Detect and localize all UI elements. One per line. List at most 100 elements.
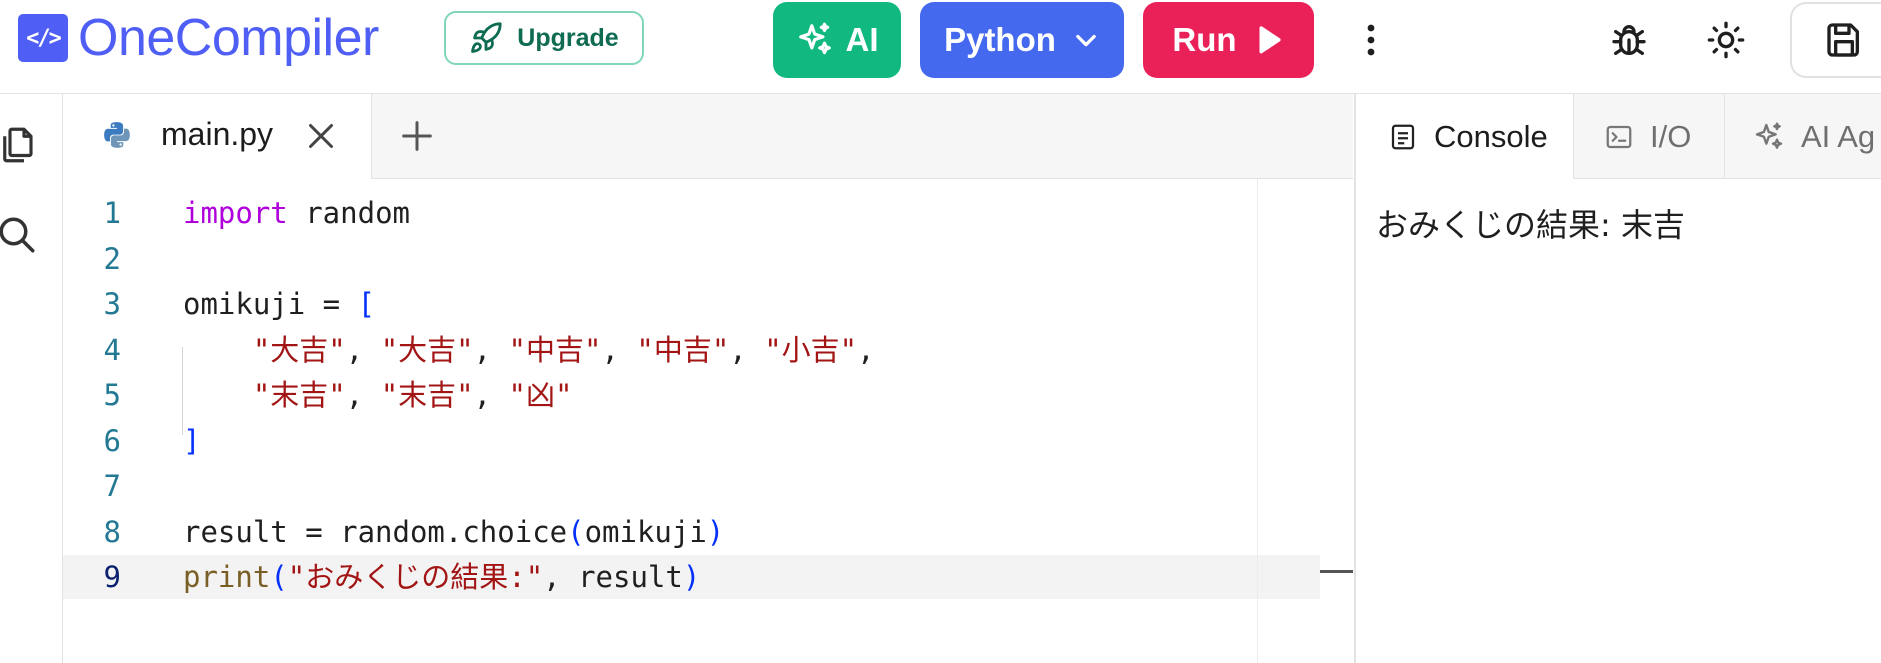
code-token: "おみくじの結果:" [287,560,544,594]
code-token: , [729,332,765,367]
console-icon [1391,124,1415,149]
python-icon [104,122,130,148]
scroll-position-marker[interactable] [1320,570,1353,573]
logo-text: OneCompiler [78,9,379,67]
code-token: import [183,196,288,230]
code-token: "中吉" [508,332,602,367]
line-number: 6 [103,423,121,458]
theme-toggle-icon[interactable] [1700,14,1752,66]
line-number: 5 [103,378,121,412]
code-token: , [857,332,875,367]
code-token: ) [706,514,725,549]
code-token: "大吉" [252,332,346,367]
more-options-icon[interactable] [1358,16,1384,64]
code-token: "凶" [508,378,573,412]
code-editor[interactable]: 1 import random 2 3 omikuji = [4 "大吉", "大吉",… [63,179,1353,663]
debug-icon[interactable] [1603,14,1655,66]
code-token: random [287,196,410,230]
code-text: print("おみくじの結果:", result) [183,555,700,599]
code-text: "大吉", "大吉", "中吉", "中吉", "小吉", [183,328,875,372]
line-number: 3 [103,287,121,321]
upgrade-label: Upgrade [517,23,619,52]
language-label: Python [944,21,1056,58]
language-select[interactable]: Python [920,2,1124,78]
code-token: , [345,332,381,367]
code-token: ) [682,560,701,594]
run-button[interactable]: Run [1143,2,1314,78]
line-number: 8 [103,514,121,549]
terminal-icon [1606,125,1632,148]
tab-console-label: Console [1434,118,1548,154]
search-icon[interactable] [0,214,38,256]
tab-io-label: I/O [1650,118,1692,154]
code-token: ( [270,560,288,594]
code-token: result = random.choice [183,514,568,549]
code-line[interactable]: 7 [63,464,1320,508]
editor-scrollbar-track[interactable] [1257,179,1258,663]
code-token: "小吉" [764,332,858,367]
code-token: "大吉" [380,332,474,367]
code-text: omikuji = [ [183,282,375,326]
code-token: , [601,332,637,367]
code-token: ] [183,423,201,458]
code-token: ( [567,514,585,549]
files-icon[interactable] [0,124,38,166]
code-token: , result [543,560,683,594]
logo[interactable]: </> OneCompiler [18,12,379,64]
sparkle-icon [798,22,831,55]
code-text: ] [183,419,200,463]
console-output: おみくじの結果: 末吉 [1376,206,1685,244]
code-text: result = random.choice(omikuji) [183,510,724,554]
code-line[interactable]: 6] [63,419,1320,463]
run-label: Run [1172,21,1237,58]
file-tab-main-py[interactable]: main.py [63,94,372,179]
code-line[interactable]: 8 result = random.choice(omikuji) [63,510,1320,554]
chevron-down-icon [1076,34,1096,47]
ai-label: AI [845,21,879,58]
line-number: 9 [103,560,121,594]
line-number: 2 [103,241,121,276]
code-token: omikuji = [183,287,358,321]
code-line[interactable]: 9 print("おみくじの結果:", result) [63,555,1320,599]
code-token: "中吉" [636,332,730,367]
code-token: , [473,378,509,412]
add-file-icon[interactable] [397,116,437,156]
left-rail [0,94,63,663]
code-token: , [473,332,509,367]
top-header: </> OneCompiler Upgrade AI Python Run [0,0,1881,94]
file-tab-label: main.py [161,116,274,152]
save-icon [1827,23,1859,57]
rocket-icon [471,22,502,53]
tab-ai-agent[interactable]: AI Ag [1725,94,1881,179]
output-panel: Console I/O AI Ag おみくじの結果: 末吉 [1354,94,1881,663]
line-number: 4 [103,332,121,367]
code-token: omikuji [584,514,707,549]
output-tab-bar: Console I/O AI Ag [1356,94,1881,179]
code-token: print [183,560,271,594]
code-line[interactable]: 5 "末吉", "末吉", "凶" [63,373,1320,417]
upgrade-button[interactable]: Upgrade [444,11,644,65]
code-token: "末吉" [380,378,474,412]
code-line[interactable]: 4 "大吉", "大吉", "中吉", "中吉", "小吉", [63,328,1320,372]
tab-io[interactable]: I/O [1574,94,1725,179]
code-token: [ [357,287,376,321]
code-text: import random [183,191,410,235]
tab-ai-agent-label: AI Ag [1801,118,1876,154]
code-line[interactable]: 3 omikuji = [ [63,282,1320,326]
ai-button[interactable]: AI [773,2,901,78]
editor-tab-bar: main.py [63,94,1353,179]
line-number: 1 [103,196,121,230]
line-number: 7 [103,469,121,503]
save-button[interactable] [1790,2,1881,78]
code-text: "末吉", "末吉", "凶" [183,373,573,417]
tab-console[interactable]: Console [1356,94,1574,179]
code-line[interactable]: 2 [63,237,1320,281]
sparkle-icon [1755,121,1783,149]
code-token: , [345,378,381,412]
code-token: "末吉" [252,378,346,412]
play-icon [1259,26,1281,54]
code-line[interactable]: 1 import random [63,191,1320,235]
close-icon[interactable] [303,118,339,154]
